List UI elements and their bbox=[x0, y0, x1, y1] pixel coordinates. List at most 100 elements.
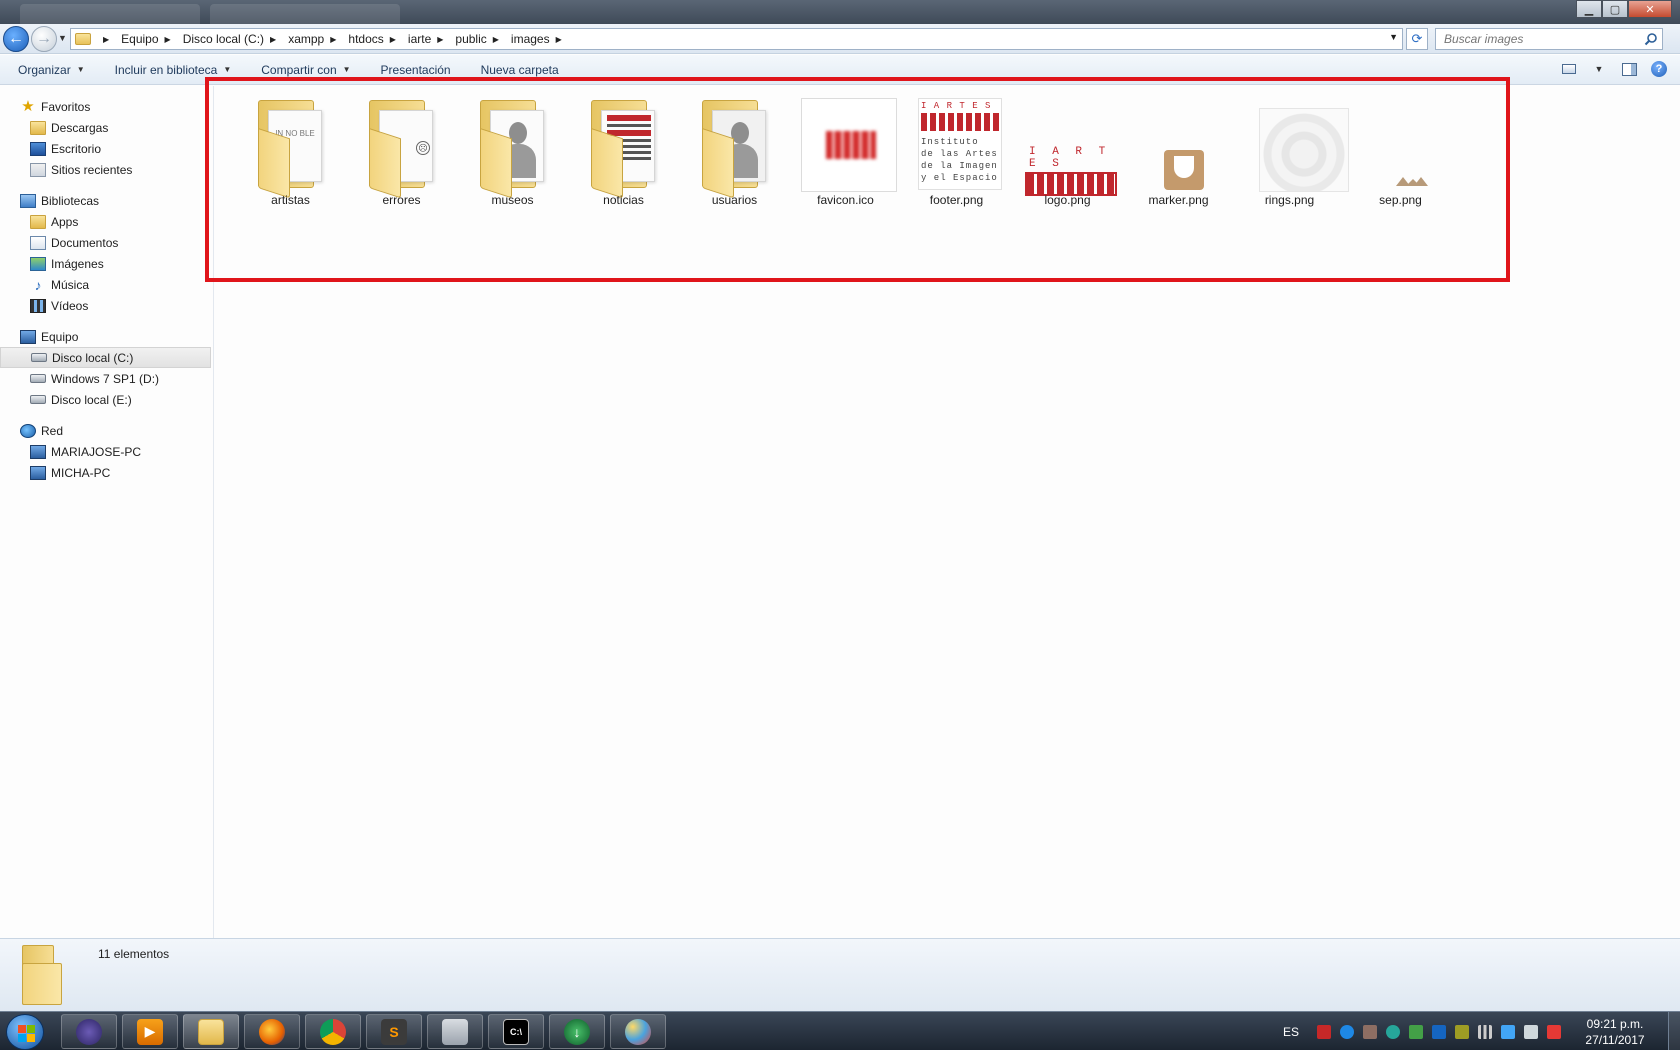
sidebar-label: Escritorio bbox=[51, 141, 102, 156]
close-button[interactable]: ✕ bbox=[1628, 0, 1672, 18]
sidebar-item-escritorio[interactable]: Escritorio bbox=[0, 138, 213, 159]
sidebar-label: Descargas bbox=[51, 120, 109, 135]
taskbar-app[interactable] bbox=[427, 1014, 483, 1049]
taskbar-explorer[interactable] bbox=[183, 1014, 239, 1049]
sidebar-item-videos[interactable]: Vídeos bbox=[0, 295, 213, 316]
sidebar-item-disco-local-e[interactable]: Disco local (E:) bbox=[0, 389, 213, 410]
favorites-group: ★ Favoritos Descargas Escritorio Sitios r… bbox=[0, 96, 213, 180]
breadcrumb-iarte[interactable]: iarte ▶ bbox=[408, 32, 452, 46]
sidebar-item-windows-7-sp1-d[interactable]: Windows 7 SP1 (D:) bbox=[0, 368, 213, 389]
clock[interactable]: 09:21 p.m. 27/11/2017 bbox=[1570, 1016, 1660, 1048]
new-folder-button[interactable]: Nueva carpeta bbox=[481, 63, 559, 77]
taskbar-cmd[interactable]: C:\ bbox=[488, 1014, 544, 1049]
music-icon: ♪ bbox=[34, 276, 42, 293]
pictures-icon bbox=[30, 256, 46, 271]
recent-pages-dropdown[interactable]: ▼ bbox=[58, 33, 67, 43]
breadcrumb-xampp[interactable]: xampp ▶ bbox=[288, 32, 344, 46]
computer-group: Equipo Disco local (C:) Windows 7 SP1 (D… bbox=[0, 326, 213, 410]
help-button[interactable]: ? bbox=[1650, 61, 1668, 77]
download-arrow-icon[interactable] bbox=[1409, 1024, 1423, 1039]
chevron-down-icon: ▼ bbox=[342, 65, 351, 74]
sidebar-head-network[interactable]: Red bbox=[0, 420, 213, 441]
network-computer-icon bbox=[30, 465, 46, 480]
start-button[interactable] bbox=[6, 1014, 44, 1050]
signal-icon[interactable] bbox=[1478, 1024, 1492, 1039]
forward-button[interactable]: → bbox=[31, 26, 57, 52]
hard-drive-icon bbox=[30, 395, 46, 404]
sidebar-label: Disco local (E:) bbox=[51, 392, 132, 407]
background-tab[interactable] bbox=[20, 4, 200, 24]
sidebar-label: Apps bbox=[51, 214, 79, 229]
change-view-button[interactable] bbox=[1560, 61, 1578, 77]
maximize-button[interactable]: ▢ bbox=[1602, 0, 1628, 18]
tray-app-icon[interactable] bbox=[1455, 1024, 1469, 1039]
firefox-icon bbox=[259, 1018, 285, 1045]
taskbar-eclipse[interactable] bbox=[61, 1014, 117, 1049]
sidebar-item-sitios-recientes[interactable]: Sitios recientes bbox=[0, 159, 213, 180]
details-pane: 11 elementos bbox=[0, 938, 1680, 1011]
breadcrumb-disco-local-c[interactable]: Disco local (C:) ▶ bbox=[183, 32, 285, 46]
sidebar-item-imagenes[interactable]: Imágenes bbox=[0, 253, 213, 274]
taskbar-firefox[interactable] bbox=[244, 1014, 300, 1049]
sidebar-label: Música bbox=[51, 277, 90, 292]
search-input[interactable] bbox=[1444, 32, 1634, 46]
paint-icon bbox=[625, 1018, 651, 1045]
sidebar-item-musica[interactable]: ♪ Música bbox=[0, 274, 213, 295]
sidebar-item-descargas[interactable]: Descargas bbox=[0, 117, 213, 138]
sidebar-head-computer[interactable]: Equipo bbox=[0, 326, 213, 347]
share-with-menu[interactable]: Compartir con ▼ bbox=[261, 63, 350, 77]
tray-app-icon[interactable] bbox=[1432, 1024, 1446, 1039]
search-icon[interactable] bbox=[1644, 32, 1658, 46]
clock-date: 27/11/2017 bbox=[1585, 1032, 1645, 1047]
sidebar-label: Red bbox=[41, 423, 64, 438]
sidebar-label: Disco local (C:) bbox=[52, 350, 134, 365]
tray-app-icon[interactable] bbox=[1317, 1024, 1331, 1039]
action-center-flag-icon[interactable] bbox=[1547, 1024, 1561, 1039]
libraries-icon bbox=[20, 193, 36, 208]
breadcrumb-equipo[interactable]: Equipo ▶ bbox=[121, 32, 179, 46]
downloads-folder-icon bbox=[30, 120, 46, 135]
search-box[interactable] bbox=[1435, 28, 1663, 50]
refresh-button[interactable]: ⟳ bbox=[1406, 28, 1428, 50]
taskbar-downloader[interactable]: ↓ bbox=[549, 1014, 605, 1049]
breadcrumb-separator[interactable]: ▶ bbox=[97, 35, 117, 44]
videos-icon bbox=[30, 298, 46, 313]
breadcrumb-images[interactable]: images ▶ bbox=[511, 32, 570, 46]
tray-app-icon[interactable] bbox=[1363, 1024, 1377, 1039]
sublime-icon: S bbox=[381, 1018, 407, 1045]
sidebar-label: Vídeos bbox=[51, 298, 89, 313]
sidebar-head-favorites[interactable]: ★ Favoritos bbox=[0, 96, 213, 117]
view-options-dropdown[interactable]: ▼ bbox=[1590, 61, 1608, 77]
language-indicator[interactable]: ES bbox=[1283, 1025, 1299, 1039]
address-bar[interactable]: ▶ Equipo ▶ Disco local (C:) ▶ xampp ▶ htdoc… bbox=[70, 28, 1403, 50]
taskbar-sublime[interactable]: S bbox=[366, 1014, 422, 1049]
sidebar-item-micha-pc[interactable]: MICHA-PC bbox=[0, 462, 213, 483]
minimize-button[interactable]: ▁ bbox=[1576, 0, 1602, 18]
sidebar-item-mariajose-pc[interactable]: MARIAJOSE-PC bbox=[0, 441, 213, 462]
sidebar-head-libraries[interactable]: Bibliotecas bbox=[0, 190, 213, 211]
sidebar-item-documentos[interactable]: Documentos bbox=[0, 232, 213, 253]
taskbar-chrome[interactable] bbox=[305, 1014, 361, 1049]
include-library-menu[interactable]: Incluir en biblioteca ▼ bbox=[115, 63, 232, 77]
sidebar-label: Bibliotecas bbox=[41, 193, 100, 208]
download-icon: ↓ bbox=[564, 1018, 590, 1045]
network-icon[interactable] bbox=[1501, 1024, 1515, 1039]
show-desktop-button[interactable] bbox=[1668, 1012, 1680, 1050]
taskbar-paint[interactable] bbox=[610, 1014, 666, 1049]
tray-app-icon[interactable] bbox=[1386, 1024, 1400, 1039]
organize-menu[interactable]: Organizar ▼ bbox=[18, 63, 85, 77]
sidebar-item-apps[interactable]: Apps bbox=[0, 211, 213, 232]
star-icon: ★ bbox=[21, 97, 35, 115]
background-tab[interactable] bbox=[210, 4, 400, 24]
slideshow-button[interactable]: Presentación bbox=[381, 63, 451, 77]
window-controls: ▁ ▢ ✕ bbox=[1576, 0, 1672, 18]
address-history-dropdown[interactable]: ▼ bbox=[1389, 32, 1398, 42]
taskbar-media-player[interactable]: ▶ bbox=[122, 1014, 178, 1049]
sidebar-item-disco-local-c[interactable]: Disco local (C:) bbox=[0, 347, 211, 368]
breadcrumb-htdocs[interactable]: htdocs ▶ bbox=[348, 32, 404, 46]
breadcrumb-public[interactable]: public ▶ bbox=[455, 32, 507, 46]
preview-pane-button[interactable] bbox=[1620, 61, 1638, 77]
volume-icon[interactable] bbox=[1524, 1024, 1538, 1039]
tray-app-icon[interactable] bbox=[1340, 1024, 1354, 1039]
back-button[interactable]: ← bbox=[3, 26, 29, 52]
